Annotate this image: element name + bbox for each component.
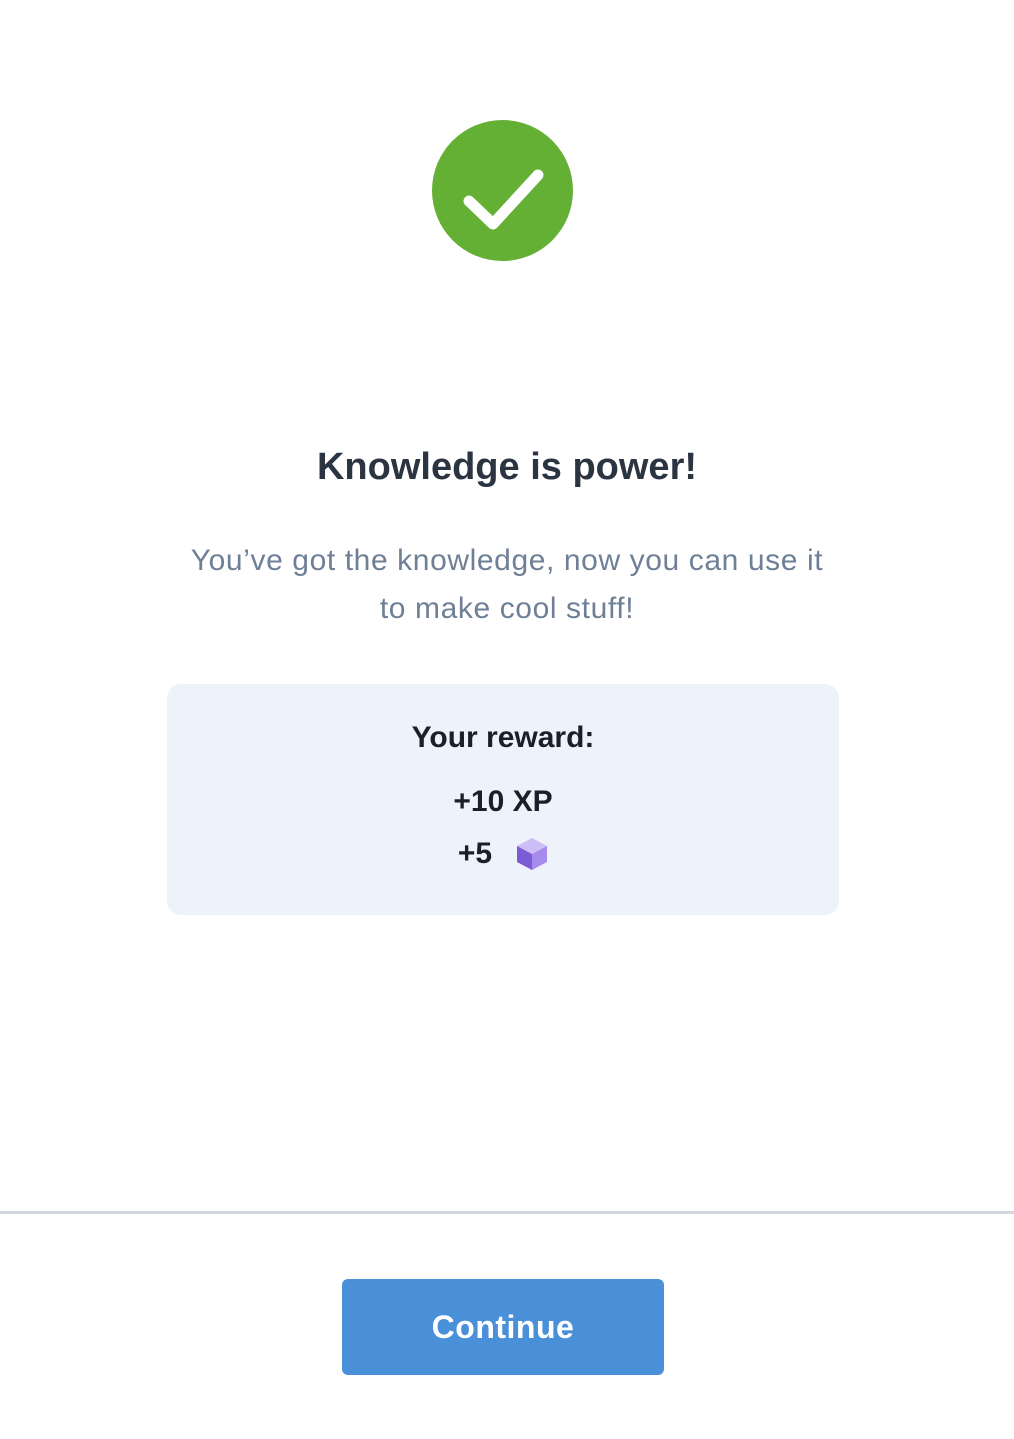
reward-gems-row: +5 <box>167 836 839 872</box>
success-badge <box>432 120 573 261</box>
checkmark-icon <box>463 169 544 230</box>
continue-button[interactable]: Continue <box>342 1279 664 1375</box>
reward-heading: Your reward: <box>411 721 595 754</box>
subtitle-line-1: You’ve got the knowledge, now you can us… <box>190 544 824 577</box>
gem-cube-icon <box>517 838 548 870</box>
reward-gems-value: +5 <box>457 837 493 870</box>
subtitle-line-2: to make cool stuff! <box>379 592 635 625</box>
reward-xp: +10 XP <box>453 785 553 818</box>
footer-divider <box>0 1211 1014 1214</box>
reward-card: Your reward: +10 XP +5 <box>167 684 839 915</box>
page-title: Knowledge is power! <box>316 446 698 488</box>
page-subtitle: You’ve got the knowledge, now you can us… <box>160 537 854 633</box>
